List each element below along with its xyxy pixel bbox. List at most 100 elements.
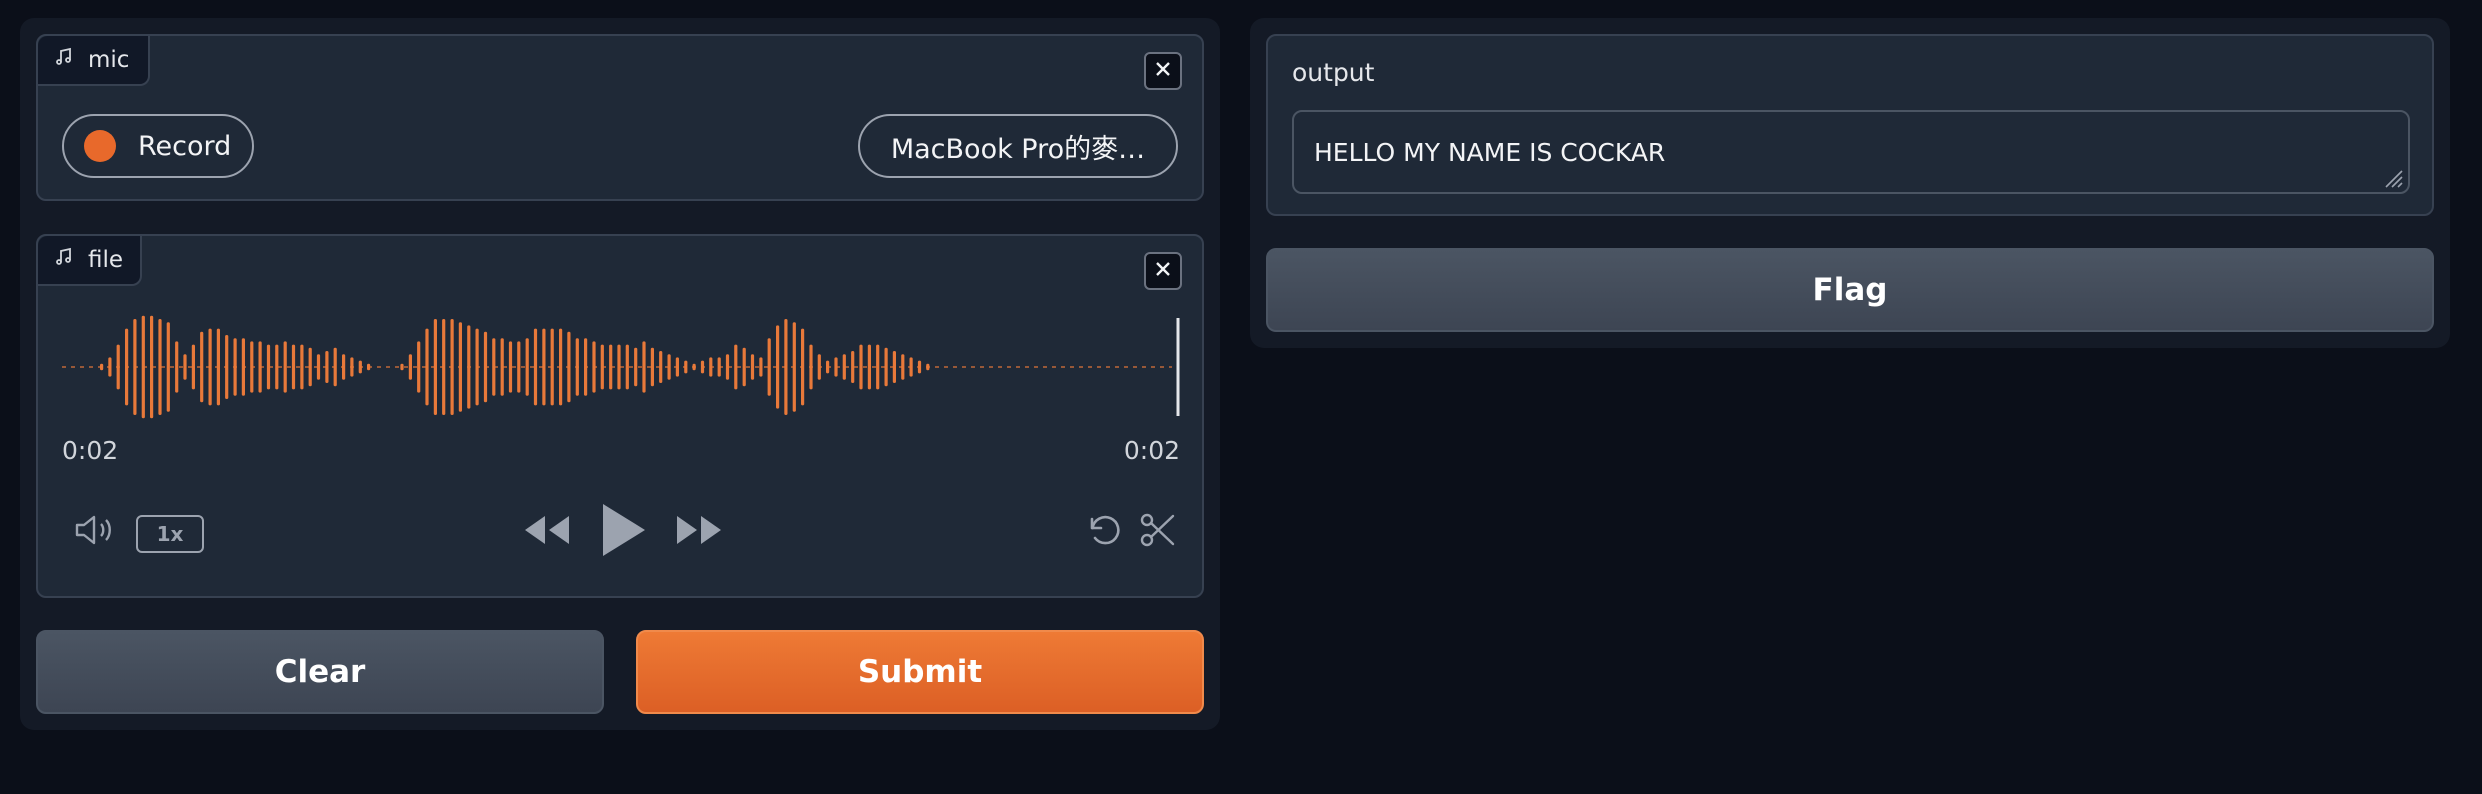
- submit-button[interactable]: Submit: [636, 630, 1204, 714]
- skip-forward-button[interactable]: [674, 512, 724, 552]
- mic-close-button[interactable]: [1144, 52, 1182, 90]
- waveform[interactable]: [62, 312, 1182, 422]
- waveform-bar: [901, 354, 905, 380]
- volume-button[interactable]: [72, 512, 118, 552]
- waveform-bar: [492, 338, 496, 396]
- waveform-bar: [367, 363, 371, 371]
- waveform-bar: [767, 338, 771, 396]
- waveform-bar: [834, 357, 838, 377]
- waveform-bar: [600, 344, 604, 390]
- playback-speed-button[interactable]: 1x: [136, 515, 204, 553]
- waveform-bar: [308, 347, 312, 387]
- waveform-bar: [191, 344, 195, 390]
- output-text: HELLO MY NAME IS COCKAR: [1314, 137, 1666, 167]
- waveform-bar: [241, 338, 245, 396]
- output-textbox[interactable]: HELLO MY NAME IS COCKAR: [1292, 110, 2410, 194]
- waveform-bar: [125, 328, 129, 406]
- volume-icon: [73, 512, 117, 552]
- music-note-icon: [54, 47, 74, 73]
- waveform-bar: [709, 357, 713, 377]
- waveform-bar: [784, 319, 788, 415]
- waveform-bar: [625, 344, 629, 390]
- flag-button[interactable]: Flag: [1266, 248, 2434, 332]
- microphone-device-select[interactable]: MacBook Pro的麥…: [858, 114, 1178, 178]
- close-icon: [1154, 260, 1172, 282]
- waveform-bar: [266, 344, 271, 390]
- waveform-bar: [776, 325, 780, 409]
- waveform-bar: [517, 341, 521, 393]
- scissors-icon: [1139, 511, 1177, 553]
- mic-label: mic: [88, 47, 130, 73]
- file-close-button[interactable]: [1144, 252, 1182, 290]
- waveform-bar: [225, 335, 229, 399]
- fast-forward-icon: [675, 514, 723, 550]
- music-note-icon: [54, 247, 74, 273]
- waveform-bar: [425, 328, 429, 406]
- waveform-bar: [216, 328, 220, 406]
- mic-label-tab: mic: [38, 36, 150, 86]
- output-label: output: [1292, 58, 1375, 87]
- waveform-bar: [316, 354, 321, 380]
- waveform-bar: [725, 354, 730, 380]
- waveform-bar: [442, 319, 446, 415]
- waveform-bar: [659, 351, 663, 383]
- waveform-bar: [233, 338, 237, 396]
- waveform-bar: [575, 338, 579, 396]
- record-button[interactable]: Record: [62, 114, 254, 178]
- trim-button[interactable]: [1138, 512, 1178, 552]
- waveform-bar: [792, 322, 796, 412]
- waveform-bar: [533, 328, 538, 406]
- waveform-bar: [166, 322, 170, 412]
- waveform-bar: [809, 344, 813, 390]
- waveform-bar: [525, 338, 529, 396]
- waveform-bar: [734, 344, 738, 390]
- waveform-bar: [291, 344, 296, 390]
- clear-button[interactable]: Clear: [36, 630, 604, 714]
- waveform-bar: [584, 338, 588, 396]
- waveform-bar: [609, 344, 613, 390]
- waveform-bar: [851, 351, 855, 383]
- waveform-bar: [692, 363, 696, 371]
- current-time: 0:02: [62, 436, 119, 465]
- waveform-bar: [283, 341, 287, 393]
- waveform-bar: [700, 360, 705, 374]
- waveform-bar: [483, 331, 488, 403]
- waveform-bar: [200, 331, 204, 403]
- waveform-bar: [258, 341, 262, 393]
- waveform-bar: [667, 354, 671, 380]
- waveform-bar: [333, 347, 337, 387]
- waveform-bar: [892, 351, 896, 383]
- waveform-bar: [684, 360, 688, 374]
- waveform-bar: [133, 319, 137, 415]
- waveform-bar: [300, 344, 304, 390]
- skip-backward-button[interactable]: [522, 512, 572, 552]
- waveform-bar: [617, 344, 621, 390]
- mic-block: mic Record MacBook Pro的麥…: [36, 34, 1204, 201]
- waveform-bar: [917, 360, 922, 374]
- waveform-bar: [867, 344, 871, 390]
- waveform-bar: [508, 341, 513, 393]
- play-icon: [601, 502, 647, 562]
- waveform-bar: [592, 341, 596, 393]
- waveform-bar: [500, 338, 504, 396]
- waveform-bar: [175, 341, 179, 393]
- waveform-bar: [433, 319, 437, 415]
- waveform-bar: [141, 315, 145, 419]
- play-button[interactable]: [596, 502, 652, 562]
- waveform-bar: [100, 363, 104, 371]
- waveform-bar: [801, 328, 805, 406]
- waveform-bar: [208, 328, 212, 406]
- waveform-bar: [542, 328, 546, 406]
- waveform-bar: [759, 357, 763, 377]
- waveform-bar: [559, 328, 563, 406]
- waveform-bar: [400, 363, 404, 371]
- file-audio-block: file 0:02 0:02 1x: [36, 234, 1204, 598]
- waveform-bar: [859, 344, 863, 390]
- input-column: mic Record MacBook Pro的麥… file 0:02 0:02…: [20, 18, 1220, 730]
- device-label: MacBook Pro的麥…: [890, 133, 1146, 165]
- reset-button[interactable]: [1082, 512, 1126, 552]
- waveform-bar: [450, 319, 454, 415]
- waveform-bar: [108, 357, 112, 377]
- file-label: file: [88, 247, 124, 273]
- resize-handle-icon[interactable]: [2382, 166, 2404, 188]
